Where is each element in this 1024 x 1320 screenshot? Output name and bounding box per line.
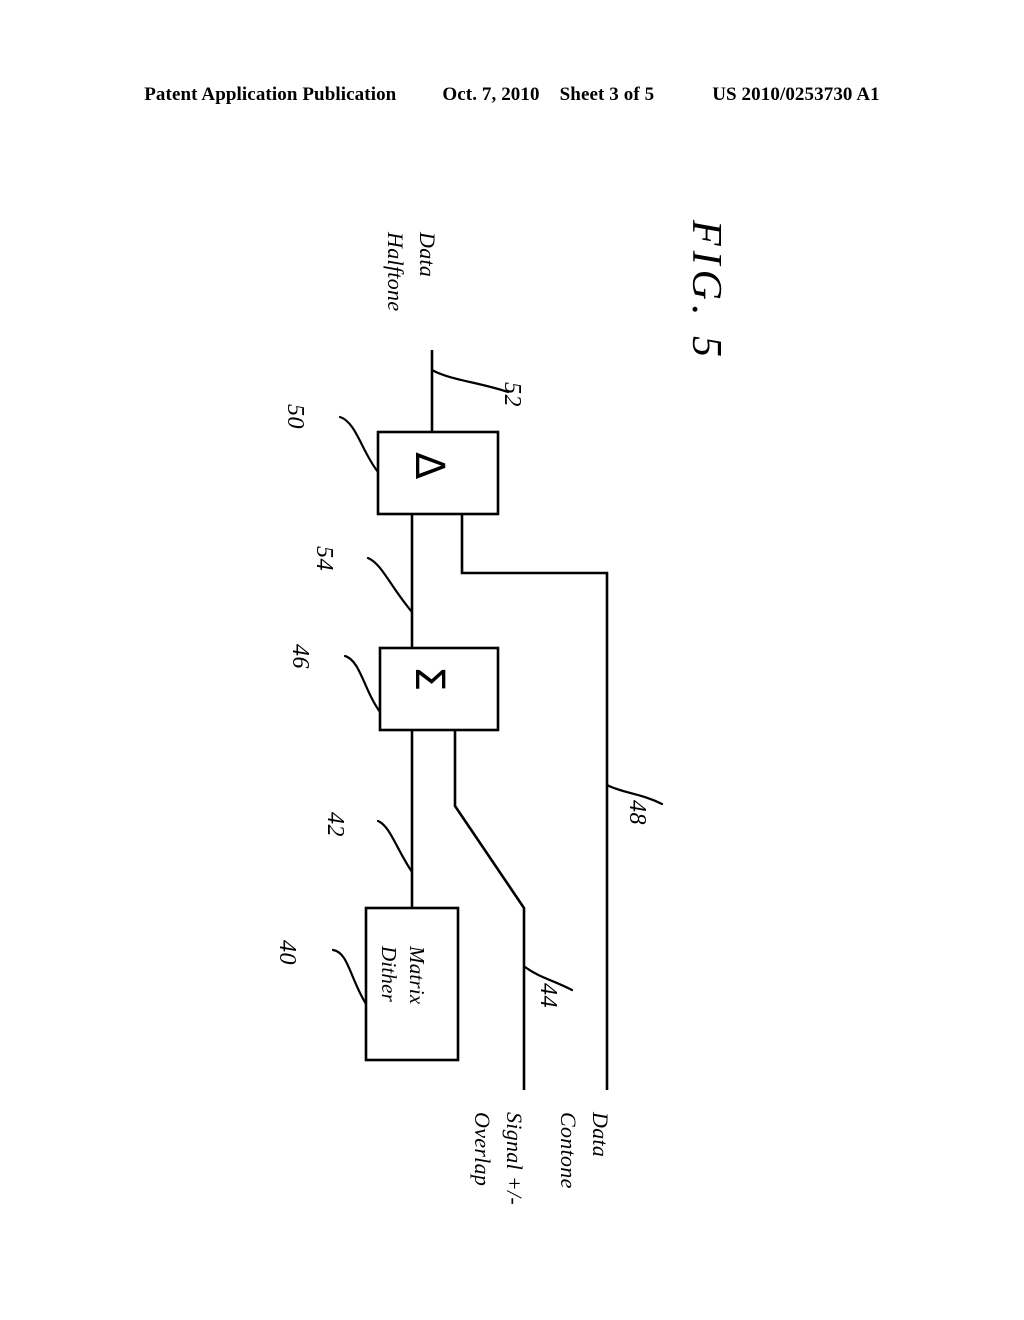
lead-line-54 bbox=[366, 556, 414, 614]
lead-line-42 bbox=[376, 819, 414, 874]
halftone-data-label-line2: Data bbox=[415, 232, 440, 278]
connector-sum-to-overlap bbox=[453, 730, 526, 1090]
patent-figure-page: Patent Application Publication Oct. 7, 2… bbox=[0, 0, 1024, 1320]
reference-numeral-54: 54 bbox=[311, 546, 337, 571]
reference-numeral-42: 42 bbox=[322, 812, 348, 837]
dither-matrix-label-line2: Matrix bbox=[405, 946, 429, 1005]
lead-line-50 bbox=[338, 415, 380, 474]
reference-numeral-40: 40 bbox=[274, 940, 300, 965]
delta-symbol: Δ bbox=[406, 452, 452, 480]
reference-numeral-46: 46 bbox=[287, 644, 313, 669]
contone-data-label-line1: Contone bbox=[556, 1112, 581, 1189]
figure-5-diagram: FIG. 5 Δ Σ Dither Matrix Halftone Data O… bbox=[0, 0, 1024, 1320]
lead-line-52 bbox=[430, 368, 510, 394]
overlap-signal-label-line1: Overlap bbox=[470, 1112, 495, 1187]
reference-numeral-48: 48 bbox=[624, 800, 650, 825]
lead-line-46 bbox=[343, 654, 382, 714]
sigma-symbol: Σ bbox=[406, 666, 452, 692]
dither-matrix-label-line1: Dither bbox=[377, 946, 401, 1003]
reference-numeral-52: 52 bbox=[499, 382, 525, 407]
halftone-data-label-line1: Halftone bbox=[383, 232, 408, 312]
reference-numeral-44: 44 bbox=[535, 983, 561, 1008]
contone-data-label-line2: Data bbox=[588, 1112, 613, 1158]
reference-numeral-50: 50 bbox=[282, 404, 308, 429]
overlap-signal-label-line2: Signal +/- bbox=[502, 1112, 527, 1206]
figure-title: FIG. 5 bbox=[683, 220, 729, 362]
lead-line-40 bbox=[331, 948, 368, 1006]
